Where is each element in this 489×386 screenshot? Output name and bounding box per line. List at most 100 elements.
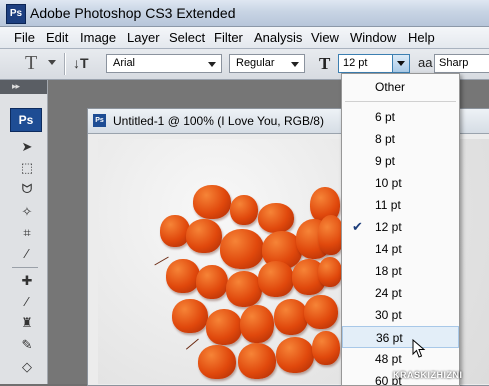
dropdown-item[interactable]: 18 pt	[342, 260, 459, 282]
move-tool-icon[interactable]: ➤	[17, 138, 37, 156]
dropdown-item[interactable]: 30 pt	[342, 304, 459, 326]
divider	[345, 101, 456, 102]
stem-image	[185, 338, 199, 350]
berry-image	[258, 261, 294, 297]
berry-image	[198, 345, 236, 379]
crop-tool-icon[interactable]: ⌗	[17, 224, 37, 242]
font-family-value: Arial	[113, 57, 136, 69]
chevron-down-icon	[208, 62, 216, 67]
dropdown-item[interactable]: 14 pt	[342, 238, 459, 260]
tools-panel: ▸▸ Ps ➤ ⬚ ᗢ ✧ ⌗ ⁄ ✚ ∕ ♜ ✎ ◇	[0, 80, 48, 384]
dropdown-item-label: 9 pt	[375, 154, 396, 168]
dropdown-item-label: 12 pt	[375, 220, 402, 234]
dropdown-item-label: 18 pt	[375, 264, 402, 278]
berry-image	[312, 331, 340, 365]
chevron-down-icon	[397, 61, 405, 66]
dropdown-item-hovered[interactable]: 36 pt	[342, 326, 459, 348]
tool-preset-arrow-icon[interactable]	[48, 60, 56, 65]
dropdown-item[interactable]: 6 pt	[342, 106, 459, 128]
menu-analysis[interactable]: Analysis	[254, 30, 302, 45]
divider	[12, 267, 38, 268]
dropdown-item[interactable]: 8 pt	[342, 128, 459, 150]
checkmark-icon: ✔	[352, 219, 363, 234]
tools-panel-header[interactable]: ▸▸	[0, 80, 47, 94]
photoshop-badge-icon[interactable]: Ps	[10, 108, 42, 132]
chevron-down-icon	[291, 62, 299, 67]
mouse-pointer-icon	[412, 339, 426, 358]
marquee-tool-icon[interactable]: ⬚	[17, 159, 37, 177]
berry-image	[206, 309, 242, 345]
dropdown-item-checked[interactable]: ✔ 12 pt	[342, 216, 459, 238]
berry-image	[238, 343, 276, 379]
menu-help[interactable]: Help	[408, 30, 435, 45]
berry-image	[274, 299, 308, 335]
berry-image	[186, 219, 222, 253]
watermark-text: KRASKIZHIZNI	[393, 370, 463, 380]
berry-image	[230, 195, 258, 225]
menu-select[interactable]: Select	[169, 30, 205, 45]
antialias-select[interactable]: Sharp	[434, 54, 489, 73]
dropdown-item-label: 48 pt	[375, 352, 402, 366]
berry-image	[240, 305, 274, 343]
font-size-dropdown-menu: Other 6 pt 8 pt 9 pt 10 pt 11 pt ✔ 12 pt…	[341, 73, 460, 386]
dropdown-item-label: 10 pt	[375, 176, 402, 190]
dropdown-item[interactable]: 48 pt	[342, 348, 459, 370]
type-tool-icon[interactable]: T	[25, 52, 37, 75]
font-family-select[interactable]: Arial	[106, 54, 222, 73]
menu-image[interactable]: Image	[80, 30, 116, 45]
dropdown-item-label: 24 pt	[375, 286, 402, 300]
divider	[64, 53, 66, 75]
font-size-icon: T	[319, 54, 331, 73]
dropdown-item-label: 11 pt	[375, 198, 401, 212]
document-title: Untitled-1 @ 100% (I Love You, RGB/8)	[113, 114, 324, 128]
dropdown-item-label: 6 pt	[375, 110, 396, 124]
dropdown-item[interactable]: 10 pt	[342, 172, 459, 194]
font-style-select[interactable]: Regular	[229, 54, 305, 73]
eraser-tool-icon[interactable]: ◇	[17, 358, 37, 376]
font-size-select[interactable]: 12 pt	[338, 54, 410, 73]
lasso-tool-icon[interactable]: ᗢ	[17, 180, 37, 198]
history-brush-tool-icon[interactable]: ✎	[17, 336, 37, 354]
document-ps-icon: Ps	[93, 114, 106, 127]
text-orientation-icon[interactable]: ↓T	[73, 55, 89, 71]
window-title: Adobe Photoshop CS3 Extended	[30, 5, 236, 21]
menu-bar: File Edit Image Layer Select Filter Anal…	[0, 27, 489, 49]
antialias-value: Sharp	[439, 57, 469, 69]
dropdown-item[interactable]: 9 pt	[342, 150, 459, 172]
menu-view[interactable]: View	[311, 30, 339, 45]
dropdown-item-other[interactable]: Other	[342, 76, 459, 98]
dropdown-item[interactable]: 11 pt	[342, 194, 459, 216]
photoshop-logo-icon: Ps	[6, 4, 26, 24]
clone-stamp-tool-icon[interactable]: ♜	[17, 314, 37, 332]
title-bar: Ps Adobe Photoshop CS3 Extended	[0, 0, 489, 27]
dropdown-item-label: 30 pt	[375, 308, 402, 322]
berry-image	[196, 265, 228, 299]
berry-image	[172, 299, 208, 333]
berry-image	[226, 271, 262, 307]
healing-brush-tool-icon[interactable]: ✚	[17, 272, 37, 290]
magic-wand-tool-icon[interactable]: ✧	[17, 203, 37, 221]
berry-image	[318, 257, 342, 287]
dropdown-item-label: 14 pt	[375, 242, 402, 256]
menu-window[interactable]: Window	[350, 30, 396, 45]
font-style-value: Regular	[236, 57, 275, 69]
menu-layer[interactable]: Layer	[127, 30, 160, 45]
berry-image	[220, 229, 264, 269]
menu-file[interactable]: File	[14, 30, 35, 45]
stem-image	[154, 256, 169, 266]
berry-image	[166, 259, 200, 293]
font-size-dropdown-button[interactable]	[392, 55, 409, 72]
brush-tool-icon[interactable]: ∕	[17, 293, 37, 311]
menu-edit[interactable]: Edit	[46, 30, 68, 45]
berry-image	[304, 295, 338, 329]
berry-image	[276, 337, 314, 373]
dropdown-item-label: 8 pt	[375, 132, 396, 146]
eyedropper-tool-icon[interactable]: ⁄	[17, 245, 37, 263]
berry-image	[193, 185, 231, 219]
dropdown-item-label: 36 pt	[376, 331, 403, 345]
font-size-value: 12 pt	[343, 57, 368, 69]
dropdown-item[interactable]: 24 pt	[342, 282, 459, 304]
antialias-icon: aa	[418, 55, 433, 70]
menu-filter[interactable]: Filter	[214, 30, 243, 45]
collapse-icon[interactable]: ▸▸	[12, 81, 20, 92]
